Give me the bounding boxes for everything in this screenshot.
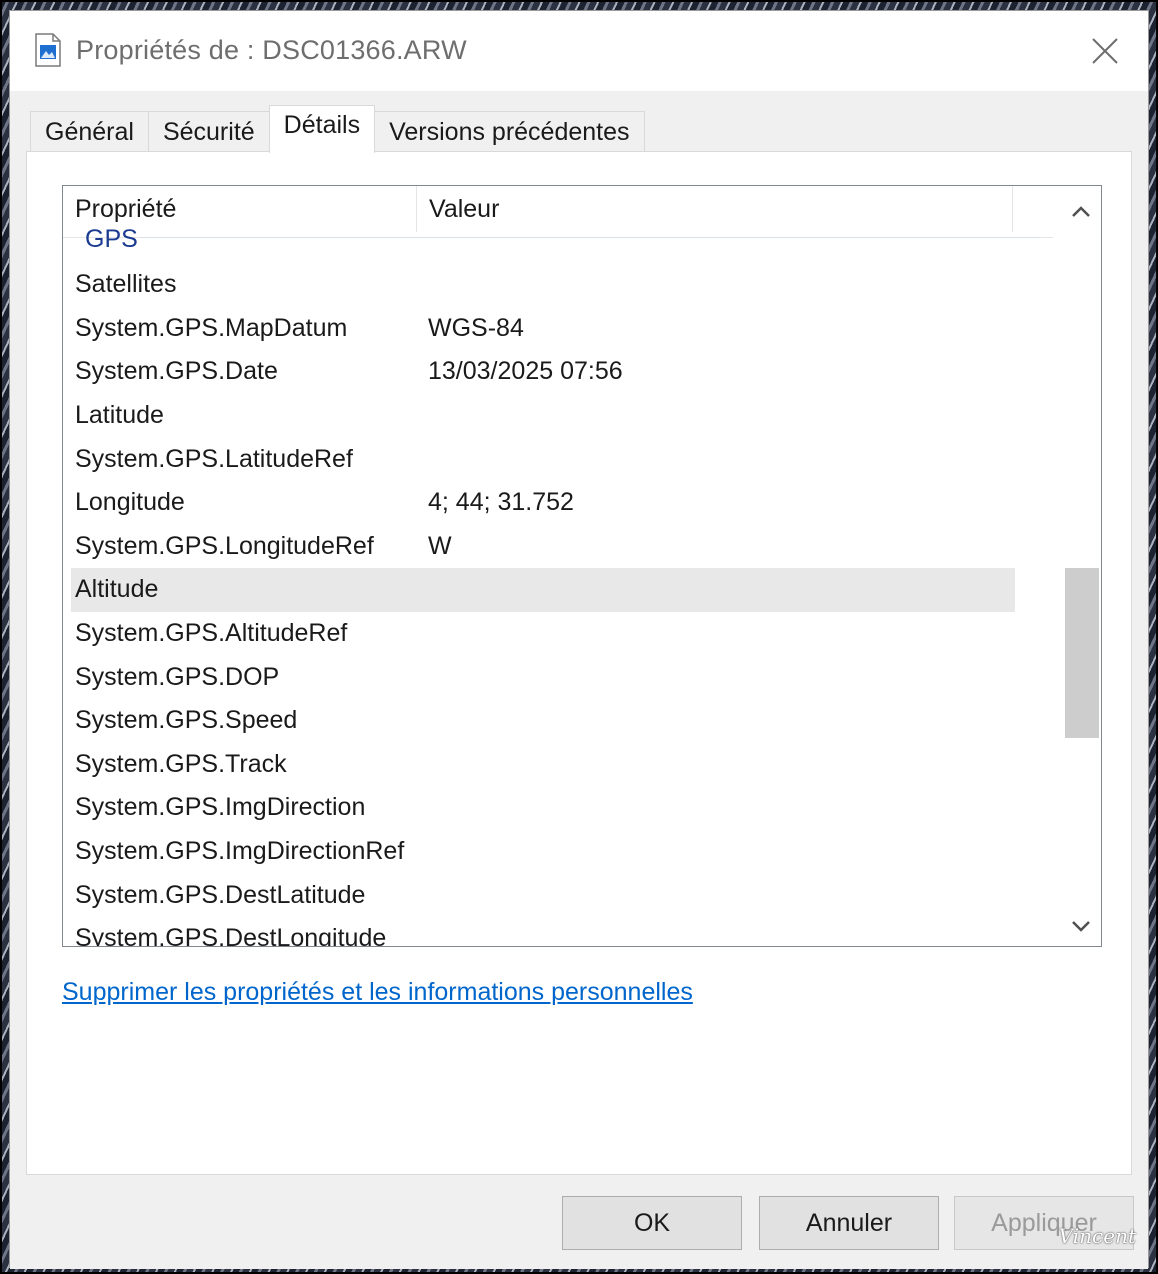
- photographer-watermark: Vincent: [1058, 1224, 1136, 1248]
- list-item[interactable]: Longitude 4; 44; 31.752: [71, 481, 1015, 525]
- property-value: 4; 44; 31.752: [428, 488, 574, 517]
- tab-general[interactable]: Général: [30, 111, 149, 153]
- tab-strip: Général Sécurité Détails Versions précéd…: [30, 105, 645, 153]
- list-item[interactable]: System.GPS.LongitudeRef W: [71, 525, 1015, 569]
- list-item[interactable]: System.GPS.DestLongitude: [71, 917, 1015, 947]
- scroll-down-button[interactable]: [1061, 906, 1101, 946]
- list-item[interactable]: System.GPS.LatitudeRef: [71, 437, 1015, 481]
- group-header-gps: GPS: [85, 225, 138, 248]
- tab-security[interactable]: Sécurité: [147, 111, 270, 153]
- cancel-button[interactable]: Annuler: [759, 1196, 939, 1250]
- property-name: System.GPS.ImgDirectionRef: [75, 837, 405, 866]
- property-name: System.GPS.DestLatitude: [75, 880, 366, 909]
- property-name: System.GPS.Speed: [75, 706, 298, 735]
- remove-properties-link[interactable]: Supprimer les propriétés et les informat…: [62, 978, 693, 1007]
- close-icon: [1092, 38, 1118, 64]
- list-header: Propriété Valeur: [63, 186, 1053, 238]
- list-item[interactable]: System.GPS.Speed: [71, 699, 1015, 743]
- property-name: System.GPS.LongitudeRef: [75, 531, 374, 560]
- close-button[interactable]: [1078, 29, 1132, 73]
- property-name: System.GPS.ImgDirection: [75, 793, 366, 822]
- property-name: System.GPS.AltitudeRef: [75, 619, 348, 648]
- property-name: System.GPS.LatitudeRef: [75, 444, 353, 473]
- property-name: System.GPS.Date: [75, 357, 278, 386]
- tab-previous-versions[interactable]: Versions précédentes: [374, 111, 645, 153]
- properties-dialog: Propriétés de : DSC01366.ARW Général Séc…: [9, 10, 1149, 1269]
- properties-list[interactable]: Propriété Valeur GPS Satellites System.GP…: [62, 185, 1102, 947]
- list-item[interactable]: System.GPS.Date 13/03/2025 07:56: [71, 350, 1015, 394]
- vertical-scrollbar[interactable]: [1061, 186, 1101, 946]
- list-item[interactable]: System.GPS.DestLatitude: [71, 873, 1015, 917]
- property-name: System.GPS.DOP: [75, 662, 280, 691]
- property-name: Latitude: [75, 401, 164, 430]
- property-name: Satellites: [75, 270, 177, 299]
- window-title: Propriétés de : DSC01366.ARW: [76, 35, 467, 65]
- property-name: Altitude: [75, 575, 159, 604]
- scroll-thumb[interactable]: [1065, 568, 1099, 738]
- scroll-up-button[interactable]: [1061, 192, 1101, 232]
- chevron-down-icon: [1072, 921, 1090, 932]
- property-name: System.GPS.Track: [75, 749, 287, 778]
- image-file-icon: [34, 33, 62, 67]
- list-item[interactable]: Latitude: [71, 394, 1015, 438]
- property-value: 13/03/2025 07:56: [428, 357, 623, 386]
- property-name: Longitude: [75, 488, 185, 517]
- details-panel: Propriété Valeur GPS Satellites System.GP…: [26, 151, 1132, 1175]
- property-name: System.GPS.DestLongitude: [75, 924, 387, 947]
- title-bar: Propriétés de : DSC01366.ARW: [10, 11, 1148, 91]
- list-item[interactable]: System.GPS.ImgDirectionRef: [71, 830, 1015, 874]
- ok-button[interactable]: OK: [562, 1196, 742, 1250]
- property-value: W: [428, 531, 452, 560]
- chevron-up-icon: [1072, 206, 1090, 217]
- list-item[interactable]: Altitude: [71, 568, 1015, 612]
- list-item[interactable]: System.GPS.MapDatum WGS-84: [71, 307, 1015, 351]
- dialog-body: Général Sécurité Détails Versions précéd…: [10, 91, 1148, 1269]
- list-rows: Satellites System.GPS.MapDatum WGS-84 Syste…: [71, 263, 1015, 947]
- property-value: WGS-84: [428, 313, 524, 342]
- property-name: System.GPS.MapDatum: [75, 313, 348, 342]
- list-item[interactable]: Satellites: [71, 263, 1015, 307]
- list-item[interactable]: System.GPS.ImgDirection: [71, 786, 1015, 830]
- list-item[interactable]: System.GPS.DOP: [71, 655, 1015, 699]
- column-header-value[interactable]: Valeur: [417, 186, 1013, 232]
- tab-details[interactable]: Détails: [268, 105, 376, 153]
- list-item[interactable]: System.GPS.AltitudeRef: [71, 612, 1015, 656]
- list-item[interactable]: System.GPS.Track: [71, 743, 1015, 787]
- group-divider: [141, 237, 1041, 238]
